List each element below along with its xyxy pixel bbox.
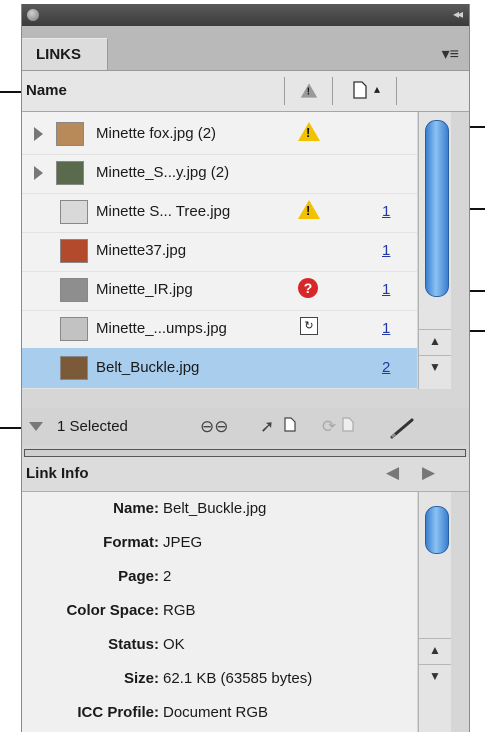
link-thumbnail <box>60 200 88 224</box>
tab-bar: LINKS ▾≡ <box>22 26 469 71</box>
link-info-row: Format: JPEG <box>22 534 417 564</box>
collapse-icon[interactable]: ◂◂ <box>453 7 463 21</box>
warning-icon[interactable]: ! <box>298 81 320 100</box>
column-name[interactable]: Name <box>26 82 67 99</box>
link-info-header: Link Info ◀ ▶ <box>22 457 469 492</box>
next-link-icon[interactable]: ▶ <box>422 463 435 483</box>
column-divider <box>284 77 285 105</box>
link-thumbnail <box>60 278 88 302</box>
link-row[interactable]: Minette_...umps.jpg ↻ 1 <box>22 309 417 350</box>
link-info-value: Belt_Buckle.jpg <box>163 500 267 517</box>
link-row[interactable]: Belt_Buckle.jpg 2 <box>22 348 417 389</box>
link-info-value: Document RGB <box>163 704 269 721</box>
selection-count: 1 Selected <box>57 418 128 435</box>
update-link-icon[interactable]: ⟳ <box>322 417 336 437</box>
link-name: Minette_S...y.jpg (2) <box>96 164 230 181</box>
column-header: Name ! ▴ <box>22 71 469 112</box>
scrollbar-thumb[interactable] <box>425 120 449 297</box>
link-info-key: Format: <box>103 534 159 551</box>
link-thumbnail <box>60 317 88 341</box>
link-info-row: Color Space: RGB <box>22 602 417 632</box>
page-link[interactable]: 1 <box>382 203 390 220</box>
link-row[interactable]: Minette_IR.jpg? 1 <box>22 270 417 311</box>
link-name: Minette_...umps.jpg <box>96 320 227 337</box>
link-name: Minette fox.jpg (2) <box>96 125 217 142</box>
link-info-key: Color Space: <box>66 602 159 619</box>
link-info-key: Status: <box>108 636 159 653</box>
links-footer: 1 Selected ⊖⊖ ➚ ⟳ <box>22 408 469 446</box>
list-scrollbar[interactable]: ▲ ▼ <box>418 112 451 389</box>
expand-triangle-icon[interactable] <box>34 127 43 141</box>
close-button[interactable] <box>27 9 39 21</box>
show-info-disclosure-icon[interactable] <box>29 422 43 431</box>
link-info-row: Name: Belt_Buckle.jpg <box>22 500 417 530</box>
tab-links[interactable]: LINKS <box>22 38 108 70</box>
link-name: Minette S... Tree.jpg <box>96 203 231 220</box>
expand-triangle-icon[interactable] <box>34 166 43 180</box>
link-row[interactable]: Minette fox.jpg (2)! <box>22 114 417 155</box>
scroll-up-arrow-icon[interactable]: ▲ <box>419 329 451 352</box>
column-divider <box>332 77 333 105</box>
scroll-up-arrow-icon[interactable]: ▲ <box>419 638 451 661</box>
panel-titlebar: ◂◂ <box>22 4 469 26</box>
link-name: Belt_Buckle.jpg <box>96 359 200 376</box>
page-icon[interactable] <box>352 81 368 103</box>
link-info-value: OK <box>163 636 185 653</box>
link-info-row: Status: OK <box>22 636 417 666</box>
link-thumbnail <box>56 161 84 185</box>
link-info-value: 62.1 KB (63585 bytes) <box>163 670 313 687</box>
link-info-key: Size: <box>123 670 159 687</box>
pane-divider[interactable] <box>24 449 466 457</box>
link-thumbnail <box>56 122 84 146</box>
link-info-list: Name: Belt_Buckle.jpg Format: JPEG Page: 2 Col… <box>22 492 417 732</box>
scrollbar-thumb[interactable] <box>425 506 449 554</box>
modified-link-icon[interactable]: ↻ <box>298 317 320 339</box>
links-list: Minette fox.jpg (2)! Minette_S...y.jpg (2… <box>22 112 417 389</box>
page-link[interactable]: 1 <box>382 242 390 259</box>
link-name: Minette37.jpg <box>96 242 187 259</box>
link-info-row: ICC Profile: Document RGB <box>22 704 417 734</box>
link-info-row: Size: 62.1 KB (63585 bytes) <box>22 670 417 700</box>
link-row[interactable]: Minette37.jpg 1 <box>22 231 417 272</box>
go-to-link-icon[interactable]: ➚ <box>260 417 274 437</box>
warning-icon[interactable]: ! <box>298 200 320 222</box>
scroll-down-arrow-icon[interactable]: ▼ <box>419 355 451 378</box>
panel-menu-icon[interactable]: ▾≡ <box>442 44 459 64</box>
relink-to-folder-icon[interactable]: ⊖⊖ <box>200 417 229 437</box>
link-row[interactable]: Minette S... Tree.jpg! 1 <box>22 192 417 233</box>
page-link[interactable]: 1 <box>382 320 390 337</box>
link-info-key: ICC Profile: <box>77 704 159 721</box>
links-panel: ◂◂ LINKS ▾≡ Name ! ▴ Minette fox.jpg (2)… <box>21 4 470 732</box>
missing-link-icon[interactable]: ? <box>298 278 320 300</box>
scroll-down-arrow-icon[interactable]: ▼ <box>419 664 451 687</box>
column-divider <box>396 77 397 105</box>
link-info-value: RGB <box>163 602 196 619</box>
link-info-key: Page: <box>118 568 159 585</box>
link-info-key: Name: <box>113 500 159 517</box>
link-info-value: JPEG <box>163 534 203 551</box>
link-info-value: 2 <box>163 568 172 585</box>
link-info-row: Page: 2 <box>22 568 417 598</box>
page-link[interactable]: 2 <box>382 359 390 376</box>
sort-ascending-icon[interactable]: ▴ <box>374 82 380 96</box>
warning-icon[interactable]: ! <box>298 122 320 144</box>
link-name: Minette_IR.jpg <box>96 281 193 298</box>
edit-original-disabled-icon[interactable] <box>342 417 354 437</box>
link-row[interactable]: Minette_S...y.jpg (2) <box>22 153 417 194</box>
link-thumbnail <box>60 356 88 380</box>
info-scrollbar[interactable]: ▲ ▼ <box>418 492 451 732</box>
callout-line-name <box>0 91 22 93</box>
edit-original-pen-icon[interactable] <box>390 417 416 444</box>
link-thumbnail <box>60 239 88 263</box>
link-info-title: Link Info <box>26 465 89 482</box>
page-link[interactable]: 1 <box>382 281 390 298</box>
previous-link-icon[interactable]: ◀ <box>386 463 399 483</box>
document-icon[interactable] <box>284 417 296 437</box>
